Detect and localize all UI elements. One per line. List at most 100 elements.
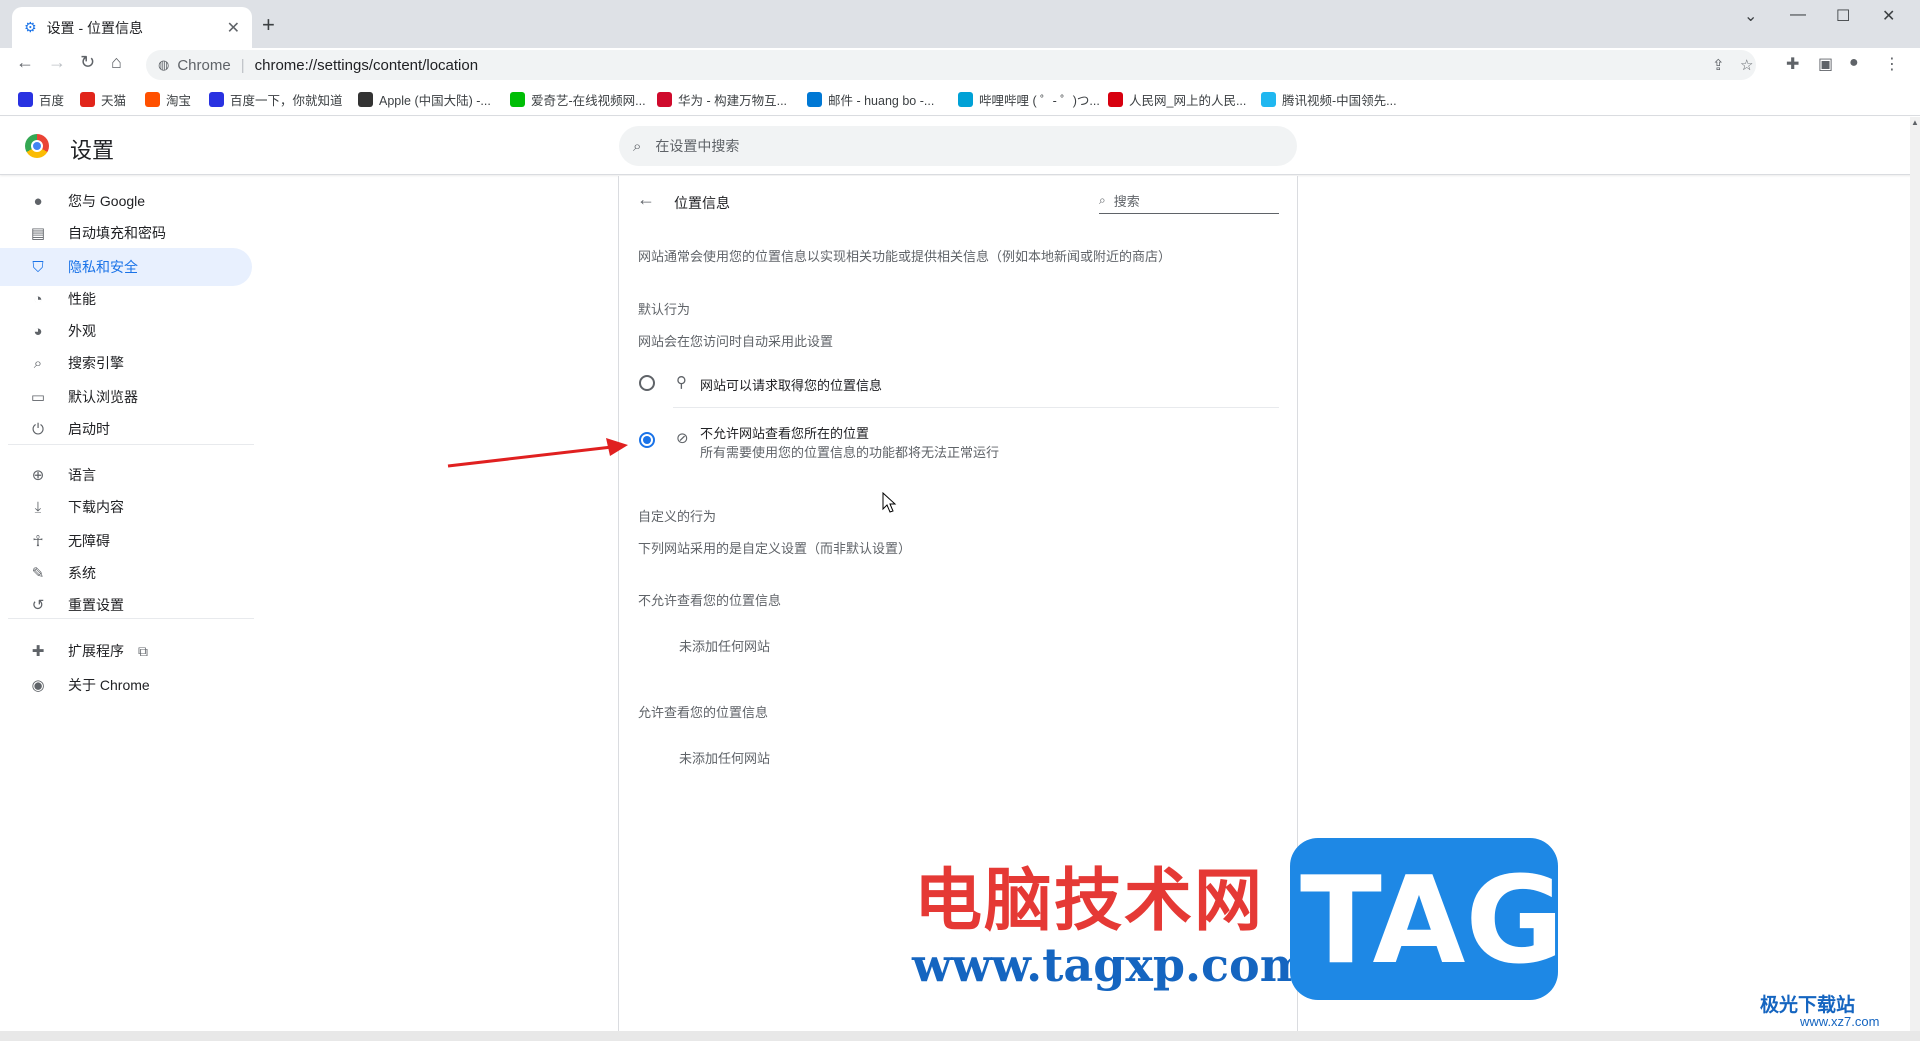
sidebar-item[interactable]: ⏻ 启动时 — [0, 410, 252, 448]
radio-block[interactable] — [639, 432, 655, 448]
wrench-icon: ✎ — [31, 565, 45, 582]
outlook-icon — [807, 92, 822, 107]
close-window-button[interactable]: ✕ — [1882, 6, 1895, 26]
bookmark-item[interactable]: 华为 - 构建万物互... — [657, 90, 787, 109]
sidebar-item-label: 隐私和安全 — [68, 259, 138, 275]
search-icon: ⌕ — [1099, 193, 1106, 207]
bookmark-item[interactable]: Apple (中国大陆) -... — [358, 90, 491, 109]
radio-allow[interactable] — [639, 375, 655, 391]
profile-avatar[interactable]: ● — [1849, 54, 1859, 72]
bookmark-label: 百度一下，你就知道 — [230, 94, 343, 108]
mouse-cursor-icon — [882, 492, 897, 513]
maximize-button[interactable]: ☐ — [1836, 6, 1850, 26]
sidebar-item-label: 系统 — [68, 565, 96, 581]
custom-behavior-subtitle: 下列网站采用的是自定义设置（而非默认设置） — [638, 541, 912, 556]
home-button[interactable]: ⌂ — [111, 52, 122, 73]
new-tab-button[interactable]: + — [262, 12, 275, 38]
sidebar-item-label: 外观 — [68, 323, 96, 339]
tab-search-chevron-icon[interactable]: ⌄ — [1744, 6, 1757, 26]
forward-button[interactable]: → — [48, 52, 66, 73]
people-icon — [1108, 92, 1123, 107]
bookmark-item[interactable]: 腾讯视频-中国领先... — [1261, 90, 1397, 109]
sidebar-item[interactable]: ⤓ 下载内容 — [0, 488, 252, 526]
default-behavior-subtitle: 网站会在您访问时自动采用此设置 — [638, 334, 834, 349]
sidebar-item-label: 无障碍 — [68, 533, 110, 549]
sidebar-item[interactable]: ▤ 自动填充和密码 — [0, 214, 252, 252]
url-text: chrome://settings/content/location — [254, 56, 479, 74]
annotation-arrow-head — [606, 438, 628, 456]
bookmark-label: 腾讯视频-中国领先... — [1282, 94, 1397, 108]
bookmark-item[interactable]: 天猫 — [80, 90, 126, 109]
scroll-up-arrow-icon[interactable]: ▲ — [1911, 118, 1919, 127]
sidebar-item-label: 启动时 — [68, 421, 110, 437]
accessibility-icon: ☥ — [32, 533, 44, 550]
sidebar-item-label: 扩展程序 — [68, 643, 124, 659]
bookmark-star-icon[interactable]: ☆ — [1740, 56, 1753, 74]
bookmark-label: 人民网_网上的人民... — [1129, 94, 1247, 108]
bookmark-label: 淘宝 — [166, 94, 192, 108]
settings-sidebar: ● 您与 Google ▤ 自动填充和密码 ⛉ 隐私和安全 ◔ 性能 ◕ 外观 ⌕ 搜索引擎 ▭ 默认浏览… — [0, 176, 260, 1031]
sidebar-item-label: 下载内容 — [68, 499, 124, 515]
share-icon[interactable]: ⇪ — [1712, 56, 1725, 74]
subpage-search-placeholder: 搜索 — [1113, 194, 1140, 209]
watermark-corner-text: 极光下载站 — [1760, 995, 1856, 1016]
scrollbar[interactable] — [1910, 117, 1920, 1031]
option-block-sublabel: 所有需要使用您的位置信息的功能都将无法正常运行 — [700, 445, 1000, 460]
tab-strip: ⚙ 设置 - 位置信息 ✕ + ⌄ — ☐ ✕ — [0, 0, 1920, 48]
sidebar-item[interactable]: ✚ 扩展程序 ⧉ — [0, 632, 252, 670]
bookmark-item[interactable]: 哔哩哔哩 ( ゜- ゜)つ... — [958, 90, 1100, 109]
bookmark-item[interactable]: 爱奇艺-在线视频网... — [510, 90, 646, 109]
sidebar-item-label: 重置设置 — [68, 597, 124, 613]
taobao-icon — [145, 92, 160, 107]
option-allow-label[interactable]: 网站可以请求取得您的位置信息 — [700, 375, 882, 394]
page-title: 设置 — [70, 138, 115, 163]
bookmark-item[interactable]: 百度 — [18, 90, 64, 109]
back-button[interactable]: ← — [16, 52, 34, 73]
sidebar-item[interactable]: ◉ 关于 Chrome — [0, 666, 252, 704]
settings-search-input[interactable]: ⌕ 在设置中搜索 — [619, 126, 1297, 166]
minimize-button[interactable]: — — [1790, 6, 1806, 24]
bookmarks-bar: 百度 天猫 淘宝 百度一下，你就知道 Apple (中国大陆) -... 爱奇艺-在线视频… — [0, 82, 1920, 116]
sidebar-item-label: 默认浏览器 — [68, 389, 138, 405]
bookmark-item[interactable]: 人民网_网上的人民... — [1108, 90, 1246, 109]
blocked-sites-heading: 不允许查看您的位置信息 — [638, 593, 782, 608]
navigation-bar: ← → ↻ ⌂ ◍ Chrome | chrome://settings/con… — [0, 48, 1920, 81]
sidebar-item-label: 语言 — [68, 467, 96, 483]
globe-icon: ⊕ — [31, 467, 45, 484]
puzzle-icon: ✚ — [31, 643, 45, 660]
location-description: 网站通常会使用您的位置信息以实现相关功能或提供相关信息（例如本地新闻或附近的商店… — [638, 249, 1172, 264]
custom-behavior-heading: 自定义的行为 — [638, 509, 717, 524]
search-icon: ⌕ — [633, 137, 642, 155]
bookmark-label: 天猫 — [101, 94, 127, 108]
back-arrow-icon[interactable]: ← — [637, 189, 655, 210]
huawei-icon — [657, 92, 672, 107]
subpage-search-input[interactable]: ⌕ 搜索 — [1099, 188, 1279, 214]
person-icon: ● — [33, 192, 43, 210]
allowed-sites-empty: 未添加任何网站 — [679, 751, 771, 766]
bookmark-item[interactable]: 百度一下，你就知道 — [209, 90, 343, 109]
search-icon: ⌕ — [33, 354, 43, 372]
location-pin-icon: ⚲ — [676, 374, 687, 391]
tab-title: 设置 - 位置信息 — [46, 19, 144, 36]
option-divider — [673, 407, 1279, 408]
sidebar-item-label: 搜索引擎 — [68, 355, 124, 371]
iqiyi-icon — [510, 92, 525, 107]
menu-kebab-icon[interactable]: ⋮ — [1884, 54, 1900, 74]
active-tab[interactable]: ⚙ 设置 - 位置信息 ✕ — [12, 7, 252, 48]
extensions-icon[interactable]: ✚ — [1786, 54, 1799, 74]
tmall-icon — [80, 92, 95, 107]
reload-button[interactable]: ↻ — [80, 52, 95, 73]
address-bar[interactable]: ◍ Chrome | chrome://settings/content/loc… — [146, 50, 1756, 80]
bookmark-item[interactable]: 邮件 - huang bo -... — [807, 90, 934, 109]
url-separator: | — [240, 56, 245, 74]
history-icon: ↺ — [31, 597, 45, 614]
side-panel-icon[interactable]: ▣ — [1818, 54, 1833, 74]
tab-close-icon[interactable]: ✕ — [227, 18, 240, 38]
chrome-logo-icon — [25, 134, 49, 158]
download-icon: ⤓ — [34, 498, 42, 516]
sidebar-item[interactable]: ⌕ 搜索引擎 — [0, 344, 252, 382]
option-block-label[interactable]: 不允许网站查看您所在的位置 — [700, 423, 869, 442]
bookmark-item[interactable]: 淘宝 — [145, 90, 191, 109]
subpage-title: 位置信息 — [674, 195, 730, 211]
bilibili-icon — [958, 92, 973, 107]
